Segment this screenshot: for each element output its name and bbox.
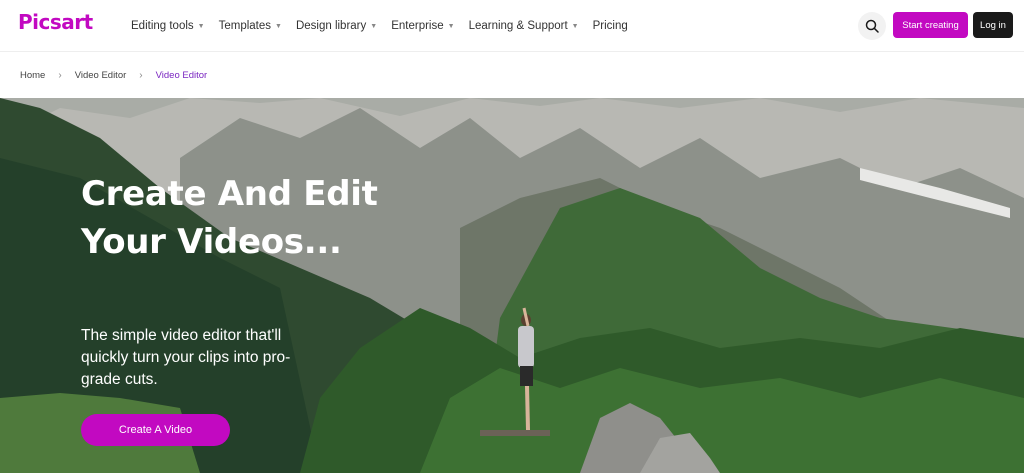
- nav-design-library[interactable]: Design library ▼: [296, 20, 377, 32]
- nav-label: Enterprise: [391, 20, 444, 32]
- nav-label: Learning & Support: [468, 20, 568, 32]
- chevron-down-icon: ▼: [571, 22, 579, 30]
- nav-label: Pricing: [592, 20, 628, 32]
- breadcrumb: Home › Video Editor › Video Editor: [20, 63, 207, 87]
- nav-label: Design library: [295, 20, 367, 32]
- create-video-button[interactable]: Create A Video: [81, 414, 230, 446]
- breadcrumb-current: Video Editor: [155, 69, 208, 81]
- breadcrumb-home[interactable]: Home: [20, 70, 45, 81]
- chevron-right-icon: ›: [139, 69, 143, 81]
- main-nav: Editing tools ▼ Templates ▼ Design libra…: [131, 0, 642, 52]
- login-button[interactable]: Log in: [973, 12, 1013, 38]
- start-creating-button[interactable]: Start creating: [893, 12, 968, 38]
- nav-enterprise[interactable]: Enterprise ▼: [391, 20, 454, 32]
- nav-pricing[interactable]: Pricing: [593, 20, 628, 32]
- site-header: Picsart Editing tools ▼ Templates ▼ Desi…: [0, 0, 1024, 52]
- hero-title: Create And Edit Your Videos...: [81, 174, 378, 262]
- chevron-down-icon: ▼: [370, 22, 378, 30]
- nav-label: Editing tools: [131, 20, 194, 32]
- chevron-right-icon: ›: [58, 69, 62, 81]
- breadcrumb-video-editor[interactable]: Video Editor: [75, 70, 127, 81]
- chevron-down-icon: ▼: [197, 22, 205, 30]
- hero-subtitle: The simple video editor that'll quickly …: [81, 327, 291, 388]
- nav-templates[interactable]: Templates ▼: [219, 20, 282, 32]
- chevron-down-icon: ▼: [275, 22, 282, 30]
- hero-banner: Create And Edit Your Videos... The simpl…: [0, 98, 1024, 473]
- nav-learning-support[interactable]: Learning & Support ▼: [469, 20, 579, 32]
- nav-label: Templates: [218, 20, 272, 32]
- nav-editing-tools[interactable]: Editing tools ▼: [131, 20, 205, 32]
- search-button[interactable]: [858, 12, 886, 40]
- search-icon: [865, 19, 879, 33]
- picsart-logo[interactable]: Picsart: [18, 10, 93, 34]
- chevron-down-icon: ▼: [447, 22, 455, 30]
